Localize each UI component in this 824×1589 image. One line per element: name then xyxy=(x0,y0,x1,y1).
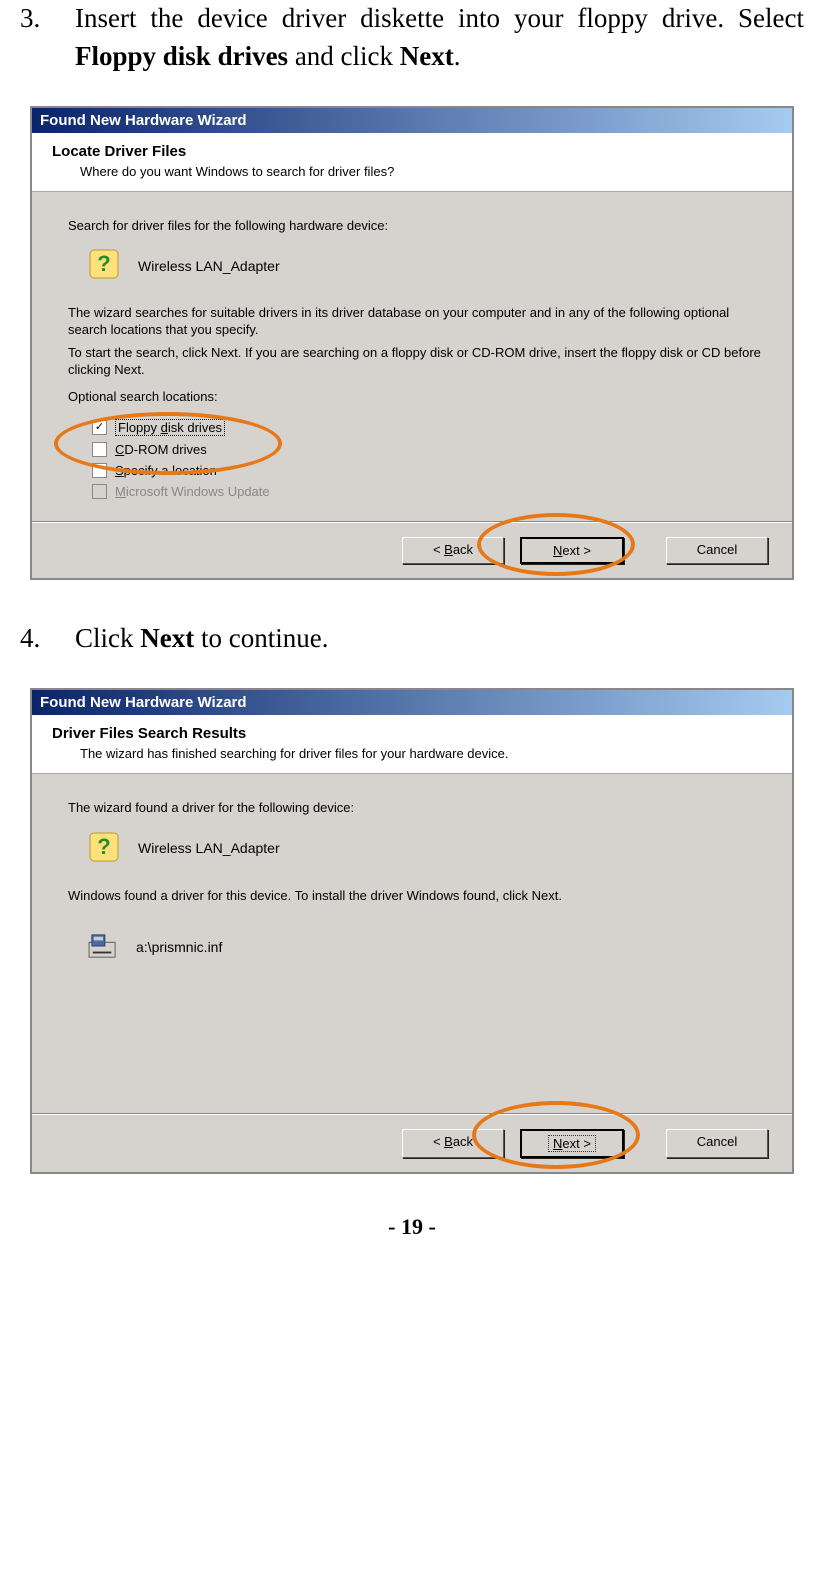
dialog-titlebar: Found New Hardware Wizard xyxy=(32,690,792,715)
option-windows-update: Microsoft Windows Update xyxy=(92,481,762,502)
next-button[interactable]: Next > xyxy=(520,1129,624,1158)
checkbox-icon[interactable] xyxy=(92,442,107,457)
body-text: The wizard searches for suitable drivers… xyxy=(68,305,762,339)
step-4: 4. Click Next to continue. xyxy=(20,620,804,658)
step-3: 3. Insert the device driver diskette int… xyxy=(20,0,804,76)
button-bar: < Back Next > Cancel xyxy=(32,522,792,578)
option-label: Floppy disk drives xyxy=(118,420,222,435)
svg-text:?: ? xyxy=(97,834,110,859)
option-cdrom[interactable]: CD-ROM drives xyxy=(92,439,762,460)
option-floppy[interactable]: ✓ Floppy disk drives xyxy=(92,416,762,439)
question-icon: ? xyxy=(88,248,120,283)
question-icon: ? xyxy=(88,831,120,866)
step-text: Click xyxy=(75,623,140,653)
checkbox-checked-icon[interactable]: ✓ xyxy=(92,420,107,435)
device-row: ? Wireless LAN_Adapter xyxy=(88,831,762,866)
dialog-subheading: The wizard has finished searching for dr… xyxy=(80,746,772,761)
driver-path-row: a:\prismnic.inf xyxy=(88,933,762,962)
floppy-drive-icon xyxy=(88,933,118,962)
step-bold: Next xyxy=(140,623,194,653)
device-name: Wireless LAN_Adapter xyxy=(138,840,280,856)
device-row: ? Wireless LAN_Adapter xyxy=(88,248,762,283)
option-specify-location[interactable]: Specify a location xyxy=(92,460,762,481)
step-body: Click Next to continue. xyxy=(75,620,804,658)
option-label: Microsoft Windows Update xyxy=(115,484,270,499)
page-number: - 19 - xyxy=(20,1214,804,1240)
device-name: Wireless LAN_Adapter xyxy=(138,258,280,274)
option-label: CD-ROM drives xyxy=(115,442,207,457)
dialog-header: Locate Driver Files Where do you want Wi… xyxy=(32,133,792,192)
step-body: Insert the device driver diskette into y… xyxy=(75,0,804,76)
body-text: Windows found a driver for this device. … xyxy=(68,888,762,905)
body-text: To start the search, click Next. If you … xyxy=(68,345,762,379)
step-number: 3. xyxy=(20,0,75,76)
dialog-titlebar: Found New Hardware Wizard xyxy=(32,108,792,133)
body-text: Search for driver files for the followin… xyxy=(68,218,762,235)
step-text: to continue. xyxy=(194,623,328,653)
dialog-heading: Locate Driver Files xyxy=(52,143,772,160)
back-button[interactable]: < Back xyxy=(402,537,504,564)
checkbox-icon[interactable] xyxy=(92,463,107,478)
dialog-heading: Driver Files Search Results xyxy=(52,725,772,742)
next-button[interactable]: Next > xyxy=(520,537,624,564)
options-list: ✓ Floppy disk drives CD-ROM drives Speci… xyxy=(92,416,762,502)
dialog-body: The wizard found a driver for the follow… xyxy=(32,774,792,1114)
body-text: The wizard found a driver for the follow… xyxy=(68,800,762,817)
step-text: Insert the device driver diskette into y… xyxy=(75,3,804,33)
button-bar: < Back Next > Cancel xyxy=(32,1114,792,1172)
option-label: Specify a location xyxy=(115,463,217,478)
step-text: . xyxy=(454,41,461,71)
wizard-dialog-locate-driver: Found New Hardware Wizard Locate Driver … xyxy=(30,106,794,580)
step-bold: Floppy disk drives xyxy=(75,41,288,71)
back-button[interactable]: < Back xyxy=(402,1129,504,1158)
driver-path: a:\prismnic.inf xyxy=(136,939,222,955)
step-text: and click xyxy=(288,41,400,71)
optional-label: Optional search locations: xyxy=(68,389,762,406)
dialog-body: Search for driver files for the followin… xyxy=(32,192,792,522)
dialog-header: Driver Files Search Results The wizard h… xyxy=(32,715,792,774)
wizard-dialog-search-results: Found New Hardware Wizard Driver Files S… xyxy=(30,688,794,1174)
step-bold: Next xyxy=(400,41,454,71)
svg-text:?: ? xyxy=(97,251,110,276)
cancel-button[interactable]: Cancel xyxy=(666,537,768,564)
cancel-button[interactable]: Cancel xyxy=(666,1129,768,1158)
checkbox-disabled-icon xyxy=(92,484,107,499)
dialog-subheading: Where do you want Windows to search for … xyxy=(80,164,772,179)
step-number: 4. xyxy=(20,620,75,658)
